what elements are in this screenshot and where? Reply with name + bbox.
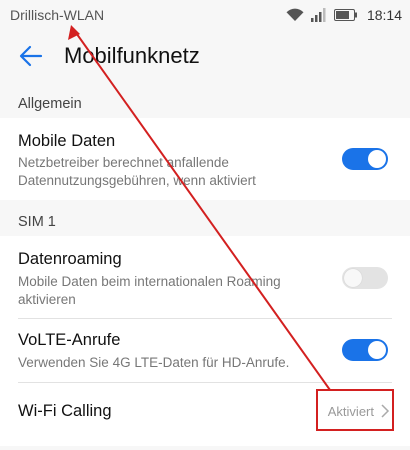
volte-title: VoLTE-Anrufe	[18, 331, 121, 349]
back-button[interactable]	[16, 43, 46, 73]
divider	[18, 318, 392, 319]
wifi-calling-title: Wi-Fi Calling	[18, 402, 112, 420]
status-icons: 18:14	[286, 6, 402, 24]
mobile-data-row[interactable]: Mobile Daten Netzbetreiber berechnet anf…	[0, 118, 410, 200]
toggle-knob	[368, 150, 386, 168]
signal-icon	[310, 8, 327, 22]
arrow-back-icon	[19, 45, 43, 72]
page-title: Mobilfunknetz	[64, 43, 200, 68]
mobile-data-desc-line2: Datennutzungsgebühren, wenn aktiviert	[18, 173, 256, 188]
mobile-data-toggle[interactable]	[342, 148, 388, 170]
status-bar: Drillisch-WLAN 18:14	[0, 0, 410, 30]
mobile-data-desc-line1: Netzbetreiber berechnet anfallende	[18, 155, 229, 170]
toggle-knob	[344, 269, 362, 287]
carrier-name: Drillisch-WLAN	[10, 7, 105, 23]
roaming-desc-line1: Mobile Daten beim internationalen Roamin…	[18, 274, 281, 289]
volte-desc: Verwenden Sie 4G LTE-Daten für HD-Anrufe…	[18, 355, 290, 370]
wifi-icon	[286, 8, 304, 22]
section-sim1: SIM 1	[18, 214, 56, 230]
highlight-box	[316, 389, 394, 431]
roaming-desc-line2: aktivieren	[18, 292, 76, 307]
battery-icon	[333, 9, 358, 21]
status-time: 18:14	[366, 7, 402, 23]
toggle-knob	[368, 341, 386, 359]
mobile-data-title: Mobile Daten	[18, 132, 116, 150]
roaming-toggle[interactable]	[342, 267, 388, 289]
volte-toggle[interactable]	[342, 339, 388, 361]
roaming-title: Datenroaming	[18, 250, 122, 268]
section-general: Allgemein	[18, 96, 82, 112]
app-header: Mobilfunknetz	[0, 30, 410, 88]
